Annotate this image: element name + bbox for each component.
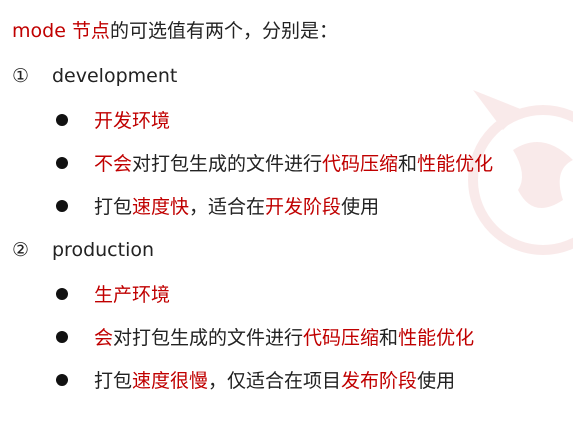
list-item-text: 和 [379,327,399,349]
list-item-text: 打包 [94,370,133,392]
option-name: development [52,65,178,87]
heading-text: 的可选值有两个，分别是： [109,20,338,42]
list-item-text: 性能优化 [398,327,475,349]
list-item-text: 代码压缩 [322,153,399,175]
list-item-text: 开发阶段 [265,196,342,218]
option-number: ② [12,239,30,261]
list-item-text: 使用 [341,196,380,218]
option-name: production [52,239,155,261]
list-item-text: 会 [94,327,114,349]
heading: mode 节点的可选值有两个，分别是： [12,18,338,44]
bullet-dot-icon [56,330,68,343]
list-item-text: 对打包生成的文件进行 [113,327,304,349]
bullet-dot-icon [56,113,68,126]
watermark-logo-icon [468,90,573,255]
list-item: 生产环境 [56,282,170,308]
list-item: 不会对打包生成的文件进行代码压缩和性能优化 [56,151,493,177]
list-item-text: 使用 [417,370,456,392]
list-item-text: 不会 [94,153,133,175]
list-item-text: 速度快 [132,196,190,218]
list-item-text: 开发环境 [94,110,171,132]
list-item: 打包速度很慢，仅适合在项目发布阶段使用 [56,368,455,394]
bullet-dot-icon [56,373,68,386]
slide: mode 节点的可选值有两个，分别是： ① development 开发环境 不会… [0,0,573,427]
list-item: 开发环境 [56,108,170,134]
list-item-text: 性能优化 [417,153,494,175]
list-item-text: 生产环境 [94,284,171,306]
option-number: ① [12,65,30,87]
bullet-dot-icon [56,287,68,300]
list-item-text: ，仅适合在项目 [208,370,342,392]
bullet-dot-icon [56,199,68,212]
list-item: 打包速度快，适合在开发阶段使用 [56,194,379,220]
option-production: ② production [12,237,154,263]
list-item-text: 代码压缩 [303,327,380,349]
list-item-text: 和 [398,153,418,175]
heading-keyword: mode 节点 [12,20,110,42]
option-development: ① development [12,63,177,89]
list-item: 会对打包生成的文件进行代码压缩和性能优化 [56,325,474,351]
list-item-text: 速度很慢 [132,370,209,392]
list-item-text: 发布阶段 [341,370,418,392]
list-item-text: 对打包生成的文件进行 [132,153,323,175]
list-item-text: ，适合在 [189,196,266,218]
bullet-dot-icon [56,156,68,169]
list-item-text: 打包 [94,196,133,218]
